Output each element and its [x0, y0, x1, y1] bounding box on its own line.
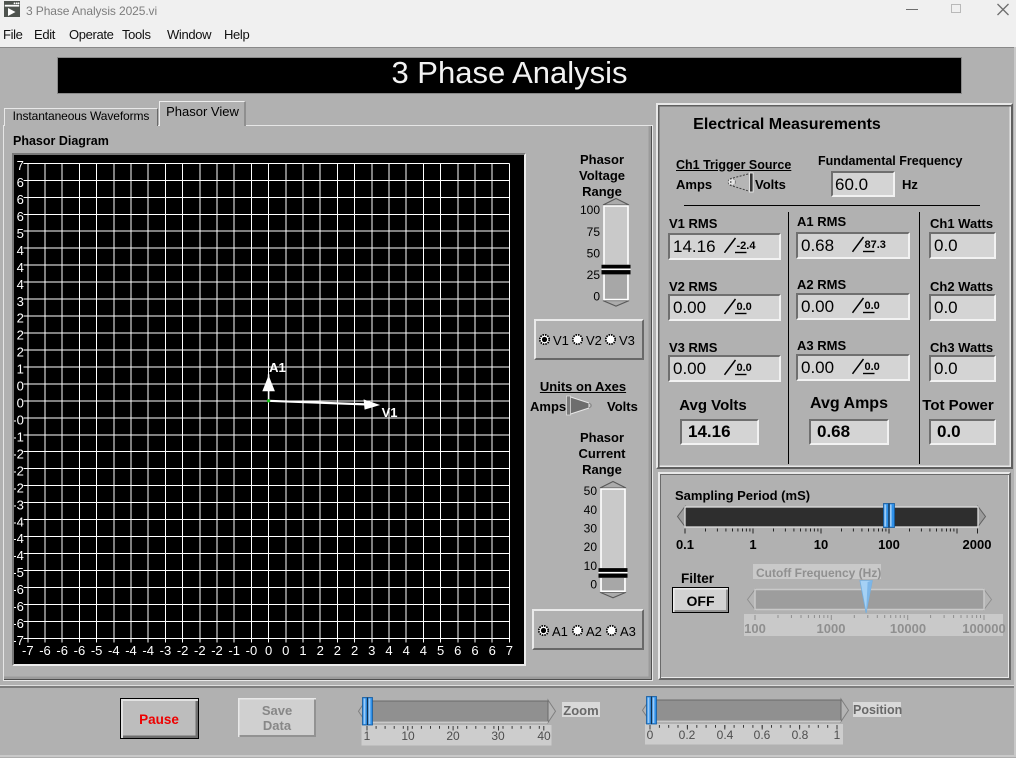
svg-text:20: 20 — [584, 540, 598, 554]
svg-text:-3: -3 — [14, 497, 24, 512]
svg-text:-6: -6 — [56, 643, 68, 658]
svg-text:0: 0 — [17, 396, 24, 411]
svg-text:7: 7 — [17, 158, 24, 173]
svg-text:75: 75 — [587, 225, 601, 239]
svg-text:-5: -5 — [14, 565, 24, 580]
svg-text:-6: -6 — [14, 616, 24, 631]
svg-text:0.0: 0.0 — [865, 361, 880, 373]
svg-text:2: 2 — [317, 643, 324, 658]
svg-text:6: 6 — [17, 209, 24, 224]
svg-text:1: 1 — [299, 643, 306, 658]
svg-text:3: 3 — [368, 643, 375, 658]
svg-text:0: 0 — [17, 379, 24, 394]
svg-text:-1: -1 — [14, 430, 24, 445]
svg-text:87.3: 87.3 — [865, 239, 886, 251]
svg-text:4: 4 — [17, 277, 24, 292]
svg-text:1: 1 — [17, 362, 24, 377]
svg-text:0.0: 0.0 — [865, 300, 880, 312]
svg-text:4: 4 — [17, 243, 24, 258]
svg-text:100: 100 — [580, 203, 600, 217]
svg-text:6: 6 — [454, 643, 461, 658]
svg-text:-4: -4 — [14, 514, 24, 529]
svg-text:-6: -6 — [74, 643, 86, 658]
svg-text:-2.4: -2.4 — [737, 240, 757, 252]
svg-text:-6: -6 — [14, 582, 24, 597]
svg-text:2: 2 — [17, 345, 24, 360]
svg-text:-4: -4 — [108, 643, 120, 658]
svg-text:6: 6 — [17, 175, 24, 190]
svg-text:-4: -4 — [142, 643, 154, 658]
svg-text:-0: -0 — [14, 413, 24, 428]
svg-text:-1: -1 — [228, 643, 240, 658]
svg-text:4: 4 — [420, 643, 427, 658]
svg-text:3: 3 — [17, 294, 24, 309]
svg-text:50: 50 — [587, 246, 601, 260]
svg-text:6: 6 — [471, 643, 478, 658]
svg-text:-6: -6 — [39, 643, 51, 658]
svg-text:4: 4 — [17, 260, 24, 275]
svg-text:2: 2 — [17, 311, 24, 326]
svg-text:A1: A1 — [269, 360, 286, 375]
svg-text:0.0: 0.0 — [737, 301, 752, 313]
svg-text:0: 0 — [593, 290, 600, 304]
svg-text:-4: -4 — [14, 531, 24, 546]
svg-text:-0: -0 — [246, 643, 258, 658]
svg-text:-5: -5 — [91, 643, 103, 658]
svg-text:-7: -7 — [22, 643, 34, 658]
svg-text:-6: -6 — [14, 599, 24, 614]
svg-text:2: 2 — [351, 643, 358, 658]
svg-text:-4: -4 — [125, 643, 137, 658]
svg-text:-2: -2 — [177, 643, 189, 658]
svg-text:-3: -3 — [160, 643, 172, 658]
svg-text:5: 5 — [17, 226, 24, 241]
svg-text:0: 0 — [282, 643, 289, 658]
svg-text:6: 6 — [17, 192, 24, 207]
svg-text:0: 0 — [590, 578, 597, 592]
svg-text:50: 50 — [584, 484, 598, 498]
svg-text:6: 6 — [489, 643, 496, 658]
svg-text:4: 4 — [385, 643, 392, 658]
svg-text:2: 2 — [334, 643, 341, 658]
svg-text:25: 25 — [587, 268, 601, 282]
svg-text:10: 10 — [584, 559, 598, 573]
svg-text:-2: -2 — [14, 463, 24, 478]
svg-text:0.0: 0.0 — [737, 362, 752, 374]
svg-text:-2: -2 — [14, 480, 24, 495]
svg-text:7: 7 — [506, 643, 513, 658]
svg-text:5: 5 — [437, 643, 444, 658]
svg-text:4: 4 — [403, 643, 410, 658]
svg-text:-2: -2 — [211, 643, 223, 658]
svg-text:2: 2 — [17, 328, 24, 343]
svg-text:0: 0 — [265, 643, 272, 658]
svg-text:40: 40 — [584, 503, 598, 517]
svg-text:-4: -4 — [14, 548, 24, 563]
svg-text:-2: -2 — [14, 446, 24, 461]
svg-text:30: 30 — [584, 522, 598, 536]
svg-text:-2: -2 — [194, 643, 206, 658]
svg-text:V1: V1 — [382, 405, 398, 420]
